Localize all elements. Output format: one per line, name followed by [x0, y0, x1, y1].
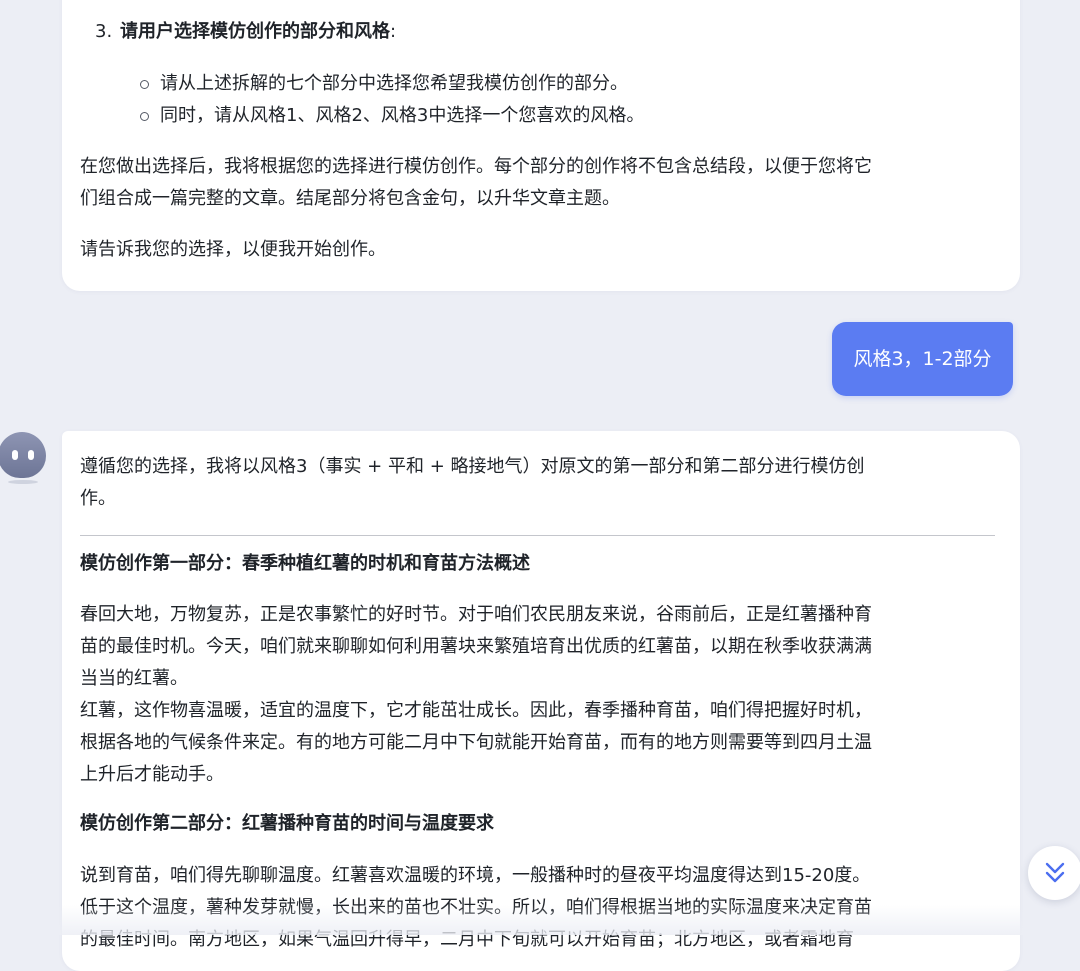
section-heading: 模仿创作第二部分：红薯播种育苗的时间与温度要求 [80, 813, 494, 834]
intro-line: 遵循您的选择，我将以风格3（事实 + 平和 + 略接地气）对原文的第一部分和第二… [80, 456, 865, 477]
user-message-bubble: 风格3，1-2部分 [832, 322, 1013, 396]
section-line: 说到育苗，咱们得先聊聊温度。红薯喜欢温暖的环境，一般播种时的昼夜平均温度得达到1… [80, 865, 871, 886]
section-line: 根据各地的气候条件来定。有的地方可能二月中下旬就能开始育苗，而有的地方则需要等到… [80, 732, 872, 753]
paragraph-line: 请告诉我您的选择，以便我开始创作。 [80, 239, 386, 260]
sub-list-item: 同时，请从风格1、风格2、风格3中选择一个您喜欢的风格。 [160, 105, 645, 126]
section-line: 苗的最佳时机。今天，咱们就来聊聊如何利用薯块来繁殖培育出优质的红薯苗，以期在秋季… [80, 636, 872, 657]
sub-bullet-icon [140, 80, 149, 89]
avatar-eye [28, 450, 34, 460]
list-item-title-line: 请用户选择模仿创作的部分和风格: [120, 16, 396, 48]
intro-line: 作。 [80, 488, 116, 509]
sub-bullet-icon [140, 112, 149, 121]
bot-avatar-icon [0, 432, 46, 478]
list-item-title: 请用户选择模仿创作的部分和风格 [120, 21, 390, 42]
section-divider [80, 535, 995, 536]
section-line: 春回大地，万物复苏，正是农事繁忙的好时节。对于咱们农民朋友来说，谷雨前后，正是红… [80, 604, 872, 625]
section-line: 低于这个温度，薯种发芽就慢，长出来的苗也不壮实。所以，咱们得根据当地的实际温度来… [80, 897, 872, 918]
section-line: 当当的红薯。 [80, 668, 188, 689]
scroll-to-bottom-button[interactable] [1028, 846, 1080, 900]
section-heading: 模仿创作第一部分：春季种植红薯的时机和育苗方法概述 [80, 553, 530, 574]
avatar-eye [12, 450, 18, 460]
sub-list-item: 请从上述拆解的七个部分中选择您希望我模仿创作的部分。 [160, 73, 628, 94]
avatar-shadow [8, 480, 38, 484]
section-line: 的最佳时间。南方地区，如果气温回升得早，二月中下旬就可以开始育苗；北方地区，或者… [80, 929, 854, 950]
double-chevron-down-icon [1045, 862, 1065, 883]
paragraph-line: 们组合成一篇完整的文章。结尾部分将包含金句，以升华文章主题。 [80, 188, 620, 209]
section-line: 上升后才能动手。 [80, 764, 224, 785]
list-item-colon: : [390, 21, 397, 42]
paragraph-line: 在您做出选择后，我将根据您的选择进行模仿创作。每个部分的创作将不包含总结段，以便… [80, 156, 872, 177]
list-item-number: 3. [95, 21, 113, 42]
section-line: 红薯，这作物喜温暖，适宜的温度下，它才能茁壮成长。因此，春季播种育苗，咱们得把握… [80, 700, 872, 721]
